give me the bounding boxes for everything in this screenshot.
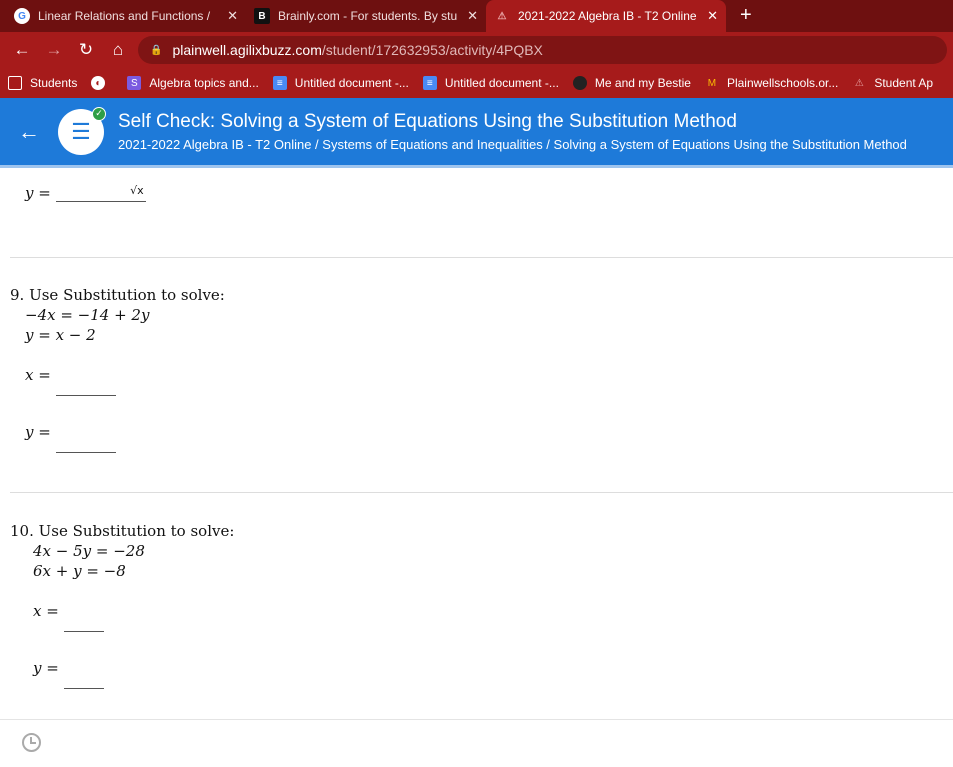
docs-icon: ≡ (422, 76, 437, 90)
tab-brainly[interactable]: B Brainly.com - For students. By stu ✕ (246, 0, 486, 32)
bookmark-students[interactable]: Students (8, 76, 77, 90)
checklist-icon: ☰ ✓ (58, 106, 106, 155)
tab-linear-relations[interactable]: G Linear Relations and Functions / ✕ (6, 0, 246, 32)
agilix-icon: ⚠ (854, 77, 864, 89)
bookmark-untitled-2[interactable]: ≡ Untitled document -... (422, 76, 559, 90)
folder-icon (8, 76, 22, 90)
tab-strip: G Linear Relations and Functions / ✕ B Brai… (0, 0, 953, 32)
divider (10, 257, 953, 258)
forward-icon[interactable]: → (38, 40, 70, 60)
sqrt-icon[interactable]: √x (130, 184, 144, 197)
bookmark-globe[interactable]: ◐ (91, 76, 113, 90)
q10-x-input[interactable] (63, 614, 104, 632)
bookmark-student-ap[interactable]: ⚠ Student Ap (852, 76, 933, 90)
q10-y-answer: y = (33, 659, 104, 689)
close-icon[interactable]: ✕ (227, 8, 238, 24)
q10-y-input[interactable] (63, 671, 104, 689)
close-icon[interactable]: ✕ (467, 8, 478, 24)
avatar-icon (572, 76, 587, 90)
q8-y-input[interactable]: √x (55, 184, 146, 202)
back-icon[interactable]: ← (6, 40, 38, 60)
gmail-icon: M (707, 77, 717, 89)
check-icon: ✓ (92, 106, 106, 121)
q8-y-answer: y = √x (25, 184, 146, 202)
q10-equation-1: 4x − 5y = −28 (33, 542, 145, 560)
bookmark-gmail[interactable]: M Plainwellschools.or... (705, 76, 839, 90)
globe-icon: ◐ (91, 76, 106, 90)
lock-icon: 🔒 (150, 44, 163, 56)
docs-icon: ≡ (272, 76, 287, 90)
activity-header: ← ☰ ✓ Self Check: Solving a System of Equ… (0, 98, 953, 168)
tab-algebra[interactable]: ⚠ 2021-2022 Algebra IB - T2 Online ✕ (486, 0, 726, 32)
s-icon: S (127, 76, 142, 90)
brainly-icon: B (254, 8, 270, 24)
back-arrow-icon[interactable]: ← (0, 119, 58, 145)
footer-bar (0, 719, 953, 767)
new-tab-button[interactable]: + (726, 0, 766, 32)
bookmark-untitled-1[interactable]: ≡ Untitled document -... (272, 76, 409, 90)
history-clock-icon[interactable] (22, 733, 41, 752)
bookmark-bestie[interactable]: Me and my Bestie (572, 76, 691, 90)
bookmark-algebra-topics[interactable]: S Algebra topics and... (127, 76, 259, 90)
reload-icon[interactable]: ↻ (70, 40, 102, 60)
bookmarks-bar: Students ◐ S Algebra topics and... ≡ Untit… (0, 68, 953, 98)
q10-prompt: 10. Use Substitution to solve: (10, 522, 235, 540)
q9-equation-2: y = x − 2 (25, 326, 96, 344)
q9-y-input[interactable] (55, 435, 116, 453)
breadcrumb[interactable]: 2021-2022 Algebra IB - T2 Online / Syste… (118, 137, 907, 152)
q9-x-input[interactable] (55, 378, 116, 396)
q9-y-answer: y = (25, 423, 116, 453)
home-icon[interactable]: ⌂ (102, 40, 134, 60)
q9-prompt: 9. Use Substitution to solve: (10, 286, 225, 304)
q10-equation-2: 6x + y = −8 (33, 562, 126, 580)
q9-x-answer: x = (25, 366, 116, 396)
google-icon: G (14, 8, 30, 24)
q10-x-answer: x = (33, 602, 104, 632)
agilix-icon: ⚠ (497, 10, 507, 22)
close-icon[interactable]: ✕ (707, 8, 718, 24)
page-title: Self Check: Solving a System of Equation… (118, 111, 737, 132)
address-bar-row: ← → ↻ ⌂ 🔒 plainwell.agilixbuzz.com/studen… (0, 32, 953, 68)
url-input[interactable]: 🔒 plainwell.agilixbuzz.com/student/172632… (138, 36, 947, 64)
divider (10, 492, 953, 493)
q9-equation-1: −4x = −14 + 2y (25, 306, 150, 324)
